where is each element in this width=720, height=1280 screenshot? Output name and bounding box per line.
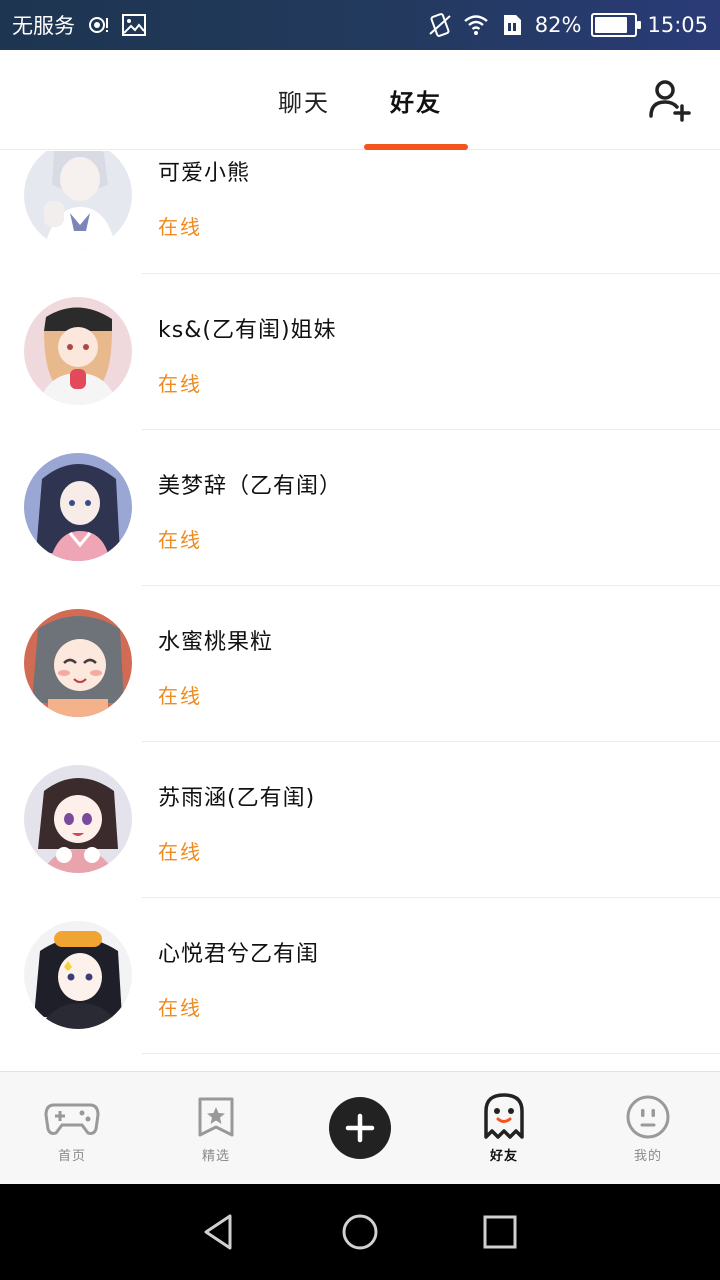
online-status: 在线 — [158, 996, 202, 1020]
battery-text: 82% — [534, 13, 582, 37]
divider — [142, 1053, 720, 1054]
friend-name: 苏雨涵(乙有闺) — [158, 786, 316, 811]
avatar[interactable] — [24, 151, 132, 249]
friend-item[interactable]: ks&(乙有闺)姐妹 在线 — [0, 274, 720, 430]
system-nav-bar — [0, 1184, 720, 1280]
friend-item[interactable]: 心悦君兮乙有闺 在线 — [0, 898, 720, 1054]
friend-name: 可爱小熊 — [158, 161, 251, 186]
online-status: 在线 — [158, 684, 202, 708]
tab-friends[interactable]: 好友 — [364, 50, 468, 150]
nav-label: 我的 — [633, 1148, 662, 1164]
nav-friends[interactable]: 好友 — [432, 1072, 576, 1184]
online-status: 在线 — [158, 528, 202, 552]
nav-label: 首页 — [57, 1148, 86, 1164]
ghost-icon — [476, 1092, 532, 1141]
online-status: 在线 — [158, 215, 202, 239]
recents-icon[interactable] — [476, 1208, 524, 1256]
plus-icon[interactable] — [329, 1097, 391, 1159]
add-user-icon[interactable] — [648, 78, 692, 122]
face-icon — [620, 1093, 676, 1141]
avatar[interactable] — [24, 609, 132, 717]
nav-post[interactable] — [288, 1072, 432, 1184]
clock: 15:05 — [647, 13, 708, 37]
friend-item[interactable]: 美梦辞（乙有闺） 在线 — [0, 430, 720, 586]
battery-level — [595, 17, 627, 33]
friend-item[interactable]: 苏雨涵(乙有闺) 在线 — [0, 742, 720, 898]
image-icon — [121, 12, 147, 38]
nav-label: 精选 — [201, 1148, 230, 1164]
carrier-text: 无服务 — [12, 14, 75, 38]
friend-name: 美梦辞（乙有闺） — [158, 474, 343, 499]
friend-name: 水蜜桃果粒 — [158, 630, 274, 655]
bottom-nav: 首页 精选 好友 我的 — [0, 1071, 720, 1184]
home-icon[interactable] — [336, 1208, 384, 1256]
nav-home[interactable]: 首页 — [0, 1072, 144, 1184]
friend-list[interactable]: 可爱小熊 在线 ks&(乙有闺)姐妹 在线 美梦辞（乙有闺） 在线 水蜜桃果粒 … — [0, 151, 720, 1071]
hotspot-icon — [85, 12, 111, 38]
wifi-icon — [463, 12, 489, 38]
online-status: 在线 — [158, 840, 202, 864]
gamepad-icon — [44, 1093, 100, 1141]
nav-label: 好友 — [483, 1145, 525, 1164]
avatar[interactable] — [24, 921, 132, 1029]
tab-chat[interactable]: 聊天 — [272, 50, 336, 150]
header-tabs: 聊天 好友 — [0, 50, 720, 150]
avatar[interactable] — [24, 297, 132, 405]
avatar[interactable] — [24, 765, 132, 873]
vibrate-icon — [427, 12, 453, 38]
avatar[interactable] — [24, 453, 132, 561]
back-icon[interactable] — [196, 1208, 244, 1256]
nav-featured[interactable]: 精选 — [144, 1072, 288, 1184]
friend-item[interactable]: 水蜜桃果粒 在线 — [0, 586, 720, 742]
star-bookmark-icon — [188, 1093, 244, 1141]
nav-me[interactable]: 我的 — [576, 1072, 720, 1184]
top-header: 聊天 好友 — [0, 50, 720, 150]
friend-item[interactable]: 可爱小熊 在线 — [0, 151, 720, 274]
sim-icon — [499, 12, 525, 38]
battery-icon — [591, 13, 642, 37]
online-status: 在线 — [158, 372, 202, 396]
friend-name: 心悦君兮乙有闺 — [158, 942, 320, 967]
status-bar: 无服务 82% 15:05 — [0, 0, 720, 50]
friend-name: ks&(乙有闺)姐妹 — [158, 318, 337, 343]
